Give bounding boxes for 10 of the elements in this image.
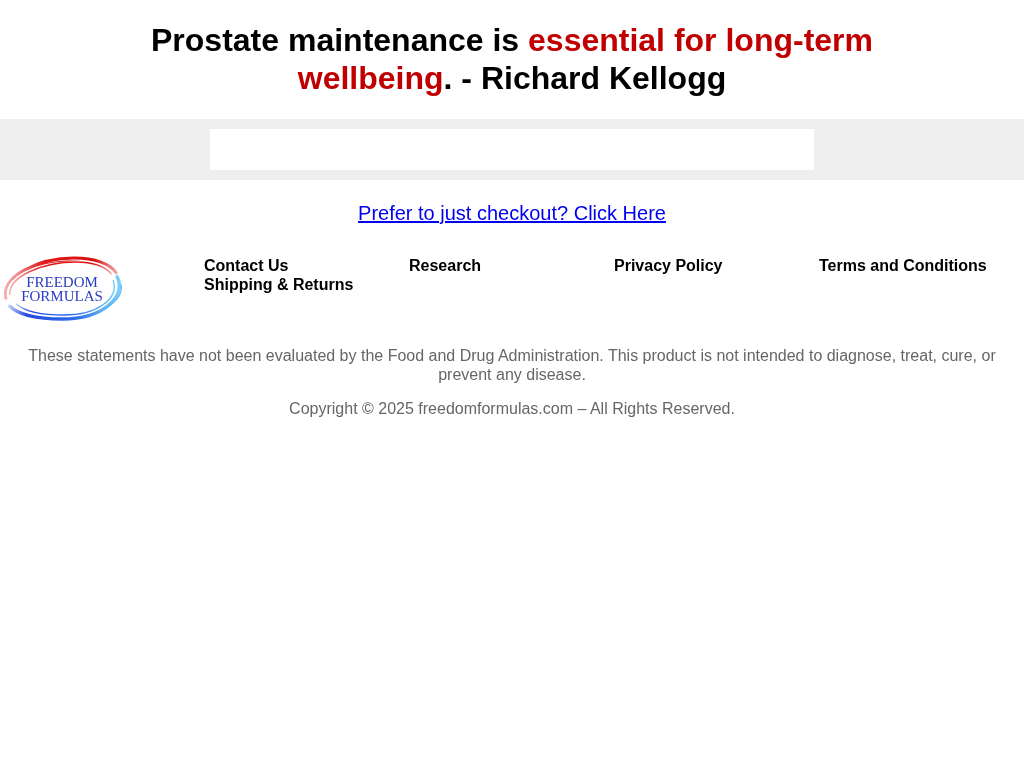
footer-link[interactable]: Terms and Conditions <box>819 256 987 275</box>
footer-link[interactable]: Shipping & Returns <box>204 275 354 294</box>
headline-quote: Prostate maintenance is essential for long-term wellbeing. - Richard Kellogg <box>150 21 874 97</box>
copyright-text: Copyright © 2025 freedomformulas.com – All Rights Reserved. <box>288 399 736 418</box>
checkout-link[interactable]: Prefer to just checkout? Click Here <box>358 202 666 224</box>
footer-link[interactable]: Research <box>409 256 482 275</box>
footer-link[interactable]: Contact Us <box>204 256 289 275</box>
logo-wordmark: FREEDOM FORMULAS <box>20 275 104 303</box>
footer-link[interactable]: Privacy Policy <box>614 256 723 275</box>
disclaimer-text: These statements have not been evaluated by the Food and Drug Administration. This product is not intended to diagnose, treat, cure, or prevent any disease. <box>27 346 997 384</box>
